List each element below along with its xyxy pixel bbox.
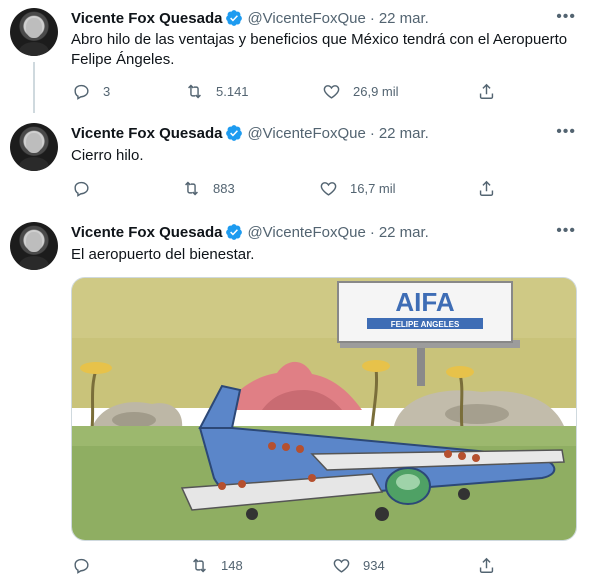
reply-count: 3 xyxy=(103,83,111,99)
tweet-date[interactable]: 22 mar. xyxy=(379,125,429,142)
author-name[interactable]: Vicente Fox Quesada xyxy=(71,10,222,27)
retweet-button[interactable]: 883 xyxy=(182,177,235,199)
like-icon xyxy=(320,181,337,196)
like-icon xyxy=(323,84,340,99)
retweet-count: 148 xyxy=(221,557,243,573)
share-icon xyxy=(479,180,494,196)
verified-badge-icon xyxy=(225,9,243,27)
author-handle[interactable]: @VicenteFoxQue xyxy=(247,224,365,241)
retweet-icon xyxy=(193,558,206,572)
like-count: 934 xyxy=(363,557,385,573)
tweet-text: El aeropuerto del bienestar. xyxy=(71,246,255,263)
tweet-actions: 3 5.141 26,9 mil xyxy=(72,80,502,102)
billboard-title: AIFA xyxy=(395,287,454,317)
avatar[interactable] xyxy=(10,222,58,270)
like-icon xyxy=(333,558,350,573)
tweet-actions: 148 934 xyxy=(72,554,502,576)
tweet-1[interactable]: Vicente Fox Quesada @VicenteFoxQue · 22 … xyxy=(0,0,594,119)
share-button[interactable] xyxy=(477,177,496,199)
like-button[interactable]: 16,7 mil xyxy=(319,177,396,199)
more-horizontal-icon[interactable]: ••• xyxy=(556,123,576,141)
reply-icon xyxy=(74,181,89,197)
like-count: 16,7 mil xyxy=(350,180,396,196)
more-horizontal-icon[interactable]: ••• xyxy=(556,222,576,240)
share-icon xyxy=(479,83,494,99)
retweet-button[interactable]: 148 xyxy=(190,554,243,576)
cartoon-airport-illustration: AIFA FELIPE ANGELES xyxy=(72,278,576,540)
more-horizontal-icon[interactable]: ••• xyxy=(556,8,576,26)
tweet-header: Vicente Fox Quesada @VicenteFoxQue · 22 … xyxy=(71,222,429,242)
share-button[interactable] xyxy=(477,80,496,102)
retweet-icon xyxy=(188,84,201,98)
tweet-header: Vicente Fox Quesada @VicenteFoxQue · 22 … xyxy=(71,123,429,143)
author-handle[interactable]: @VicenteFoxQue xyxy=(247,10,365,27)
tweet-actions: 883 16,7 mil xyxy=(72,177,502,199)
tweet-header: Vicente Fox Quesada @VicenteFoxQue · 22 … xyxy=(71,8,429,28)
retweet-icon xyxy=(185,181,198,195)
avatar[interactable] xyxy=(10,123,58,171)
separator-dot: · xyxy=(369,124,375,142)
like-count: 26,9 mil xyxy=(353,83,399,99)
retweet-button[interactable]: 5.141 xyxy=(185,80,249,102)
share-button[interactable] xyxy=(477,554,496,576)
tweet-date[interactable]: 22 mar. xyxy=(379,224,429,241)
retweet-count: 5.141 xyxy=(216,83,249,99)
share-icon xyxy=(479,557,494,573)
separator-dot: · xyxy=(369,223,375,241)
like-button[interactable]: 26,9 mil xyxy=(322,80,399,102)
retweet-count: 883 xyxy=(213,180,235,196)
tweet-3[interactable]: Vicente Fox Quesada @VicenteFoxQue · 22 … xyxy=(0,210,594,579)
reply-button[interactable]: 3 xyxy=(72,80,110,102)
author-name[interactable]: Vicente Fox Quesada xyxy=(71,125,222,142)
tweet-2[interactable]: Vicente Fox Quesada @VicenteFoxQue · 22 … xyxy=(0,113,594,210)
reply-icon xyxy=(74,558,89,574)
author-name[interactable]: Vicente Fox Quesada xyxy=(71,224,222,241)
reply-icon xyxy=(74,84,89,100)
billboard-subtitle: FELIPE ANGELES xyxy=(391,320,460,329)
author-handle[interactable]: @VicenteFoxQue xyxy=(247,125,365,142)
tweet-text: Abro hilo de las ventajas y beneficios q… xyxy=(71,31,568,68)
verified-badge-icon xyxy=(225,223,243,241)
tweet-date[interactable]: 22 mar. xyxy=(379,10,429,27)
separator-dot: · xyxy=(369,9,375,27)
thread-line xyxy=(33,62,35,119)
verified-badge-icon xyxy=(225,124,243,142)
reply-button[interactable] xyxy=(72,554,91,576)
tweet-media-image[interactable]: AIFA FELIPE ANGELES xyxy=(71,277,577,541)
like-button[interactable]: 934 xyxy=(332,554,385,576)
reply-button[interactable] xyxy=(72,177,91,199)
avatar[interactable] xyxy=(10,8,58,56)
tweet-text: Cierro hilo. xyxy=(71,147,144,164)
